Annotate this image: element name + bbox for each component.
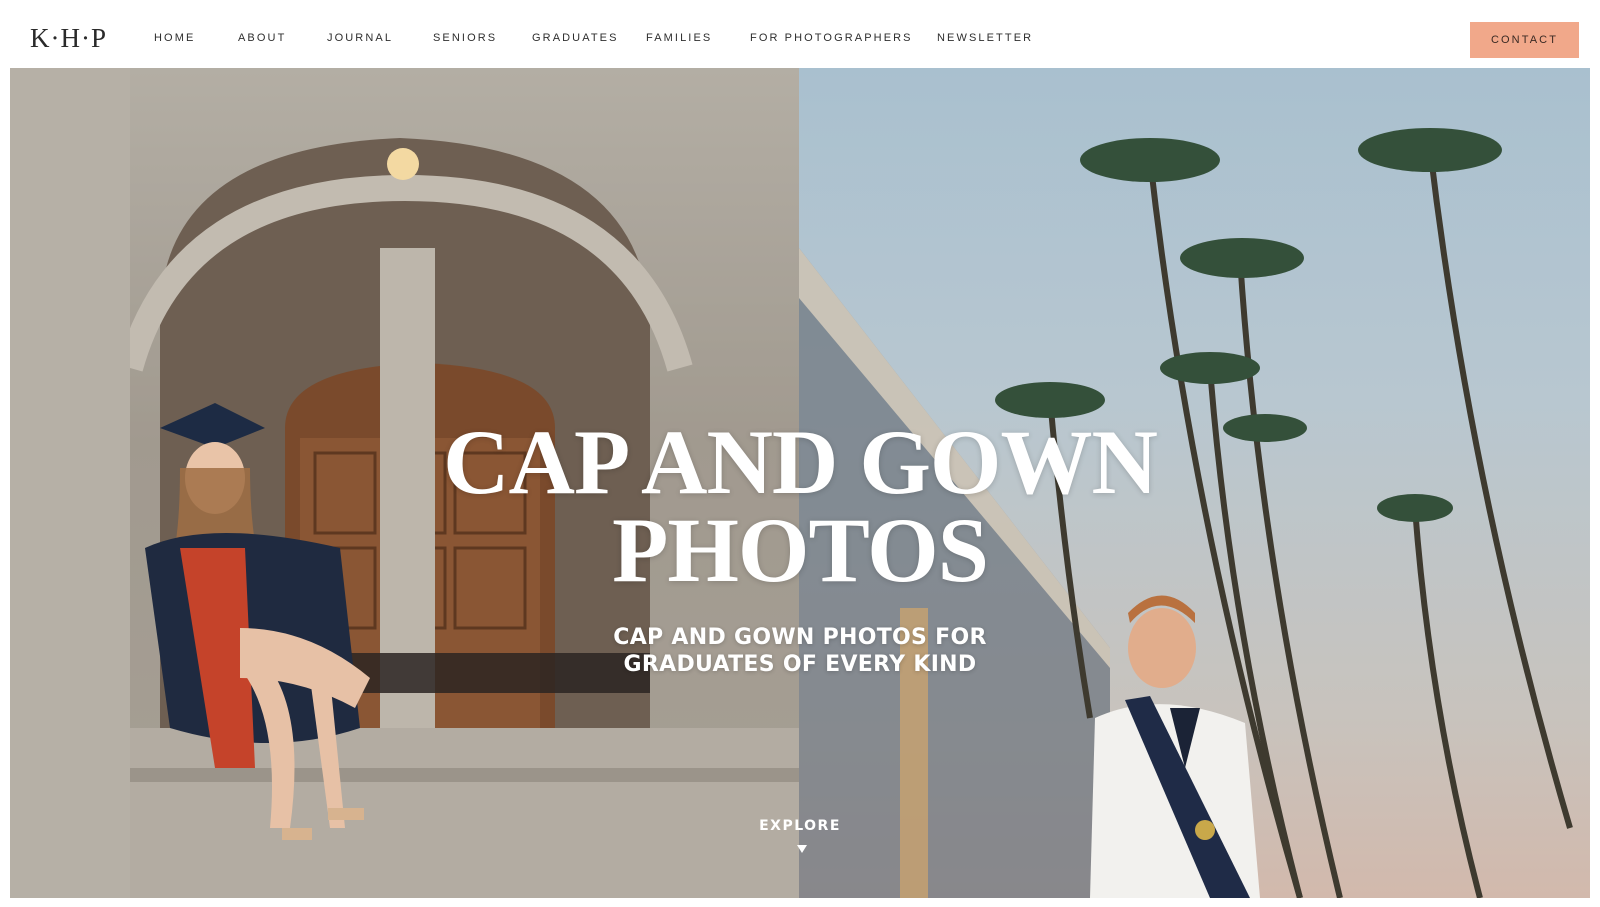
hero-subtitle: CAP AND GOWN PHOTOS FOR GRADUATES OF EVE… [10,624,1590,678]
nav-about[interactable]: ABOUT [238,32,286,44]
down-arrow-icon[interactable] [797,845,807,853]
site-header: K·H·P HOME ABOUT JOURNAL SENIORS GRADUAT… [0,0,1600,68]
site-logo[interactable]: K·H·P [30,22,107,54]
nav-graduates[interactable]: GRADUATES [532,32,619,44]
hero-title: CAP AND GOWN PHOTOS [10,411,1590,601]
hero-subtitle-line1: CAP AND GOWN PHOTOS FOR [613,625,987,650]
hero-title-line2: PHOTOS [612,499,989,601]
hero-subtitle-line2: GRADUATES OF EVERY KIND [623,652,977,677]
hero-section: CAP AND GOWN PHOTOS CAP AND GOWN PHOTOS … [10,68,1590,898]
hero-title-line1: CAP AND GOWN [443,411,1158,513]
nav-families[interactable]: FAMILIES [646,32,712,44]
nav-for-photographers[interactable]: FOR PHOTOGRAPHERS [750,32,913,44]
contact-button[interactable]: CONTACT [1470,22,1579,58]
nav-seniors[interactable]: SENIORS [433,32,497,44]
explore-link[interactable]: EXPLORE [10,818,1590,834]
nav-journal[interactable]: JOURNAL [327,32,393,44]
nav-home[interactable]: HOME [154,32,195,44]
nav-newsletter[interactable]: NEWSLETTER [937,32,1033,44]
